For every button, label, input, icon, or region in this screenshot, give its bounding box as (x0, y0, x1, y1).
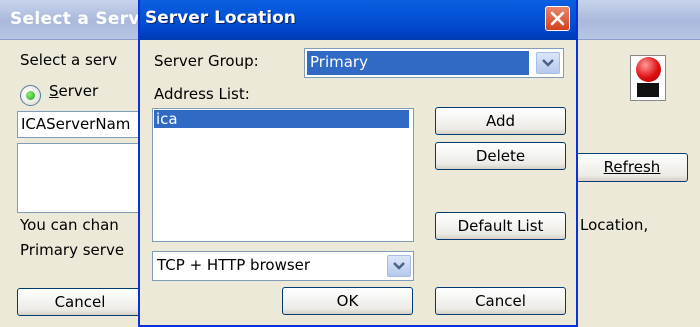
server-radio-button[interactable] (20, 85, 41, 106)
ok-label: OK (336, 292, 359, 310)
radio-selected-dot (26, 91, 35, 100)
close-button[interactable] (545, 6, 570, 31)
default-list-label: Default List (457, 217, 544, 235)
delete-button[interactable]: Delete (435, 142, 566, 170)
address-list-item[interactable]: ica (154, 110, 409, 128)
cancel-button[interactable]: Cancel (435, 287, 566, 315)
server-radio-label-rest: erver (58, 82, 99, 100)
cancel-label: Cancel (475, 292, 526, 310)
protocol-dropdown-button[interactable] (387, 255, 411, 277)
server-location-dialog: Server Location Server Group: Primary Ad… (138, 0, 578, 327)
protocol-select[interactable]: TCP + HTTP browser (152, 251, 414, 281)
close-icon (550, 11, 565, 26)
delete-label: Delete (475, 147, 526, 165)
background-cancel-button[interactable]: Cancel (17, 288, 143, 316)
add-button[interactable]: Add (435, 107, 566, 135)
address-list-label: Address List: (154, 85, 250, 103)
server-name-input[interactable]: ICAServerNam (17, 111, 142, 138)
info-text-line-2: Primary serve (20, 241, 125, 259)
server-group-select[interactable]: Primary (304, 48, 564, 78)
server-group-value: Primary (310, 53, 368, 71)
background-cancel-label: Cancel (54, 293, 106, 311)
refresh-button[interactable]: Refresh (576, 153, 688, 182)
background-prompt-text: Select a serv (20, 51, 118, 69)
address-list-box[interactable]: ica (152, 108, 414, 242)
server-list-box[interactable] (17, 143, 142, 213)
server-group-selected-highlight: Primary (307, 51, 529, 75)
logo-red-ball (636, 57, 661, 82)
protocol-value: TCP + HTTP browser (157, 256, 311, 274)
server-group-dropdown-button[interactable] (536, 52, 560, 74)
server-group-label: Server Group: (154, 52, 259, 70)
chevron-down-icon (393, 262, 405, 270)
info-text-line-1: You can chan (20, 216, 119, 234)
citrix-logo-icon (630, 55, 666, 101)
dialog-title-bar[interactable]: Server Location (140, 0, 576, 40)
chevron-down-icon (542, 59, 554, 67)
address-list-item-label: ica (156, 110, 178, 128)
server-radio-label: Server (49, 82, 99, 100)
refresh-label: Refresh (603, 158, 661, 176)
server-name-input-value: ICAServerNam (21, 115, 131, 133)
default-list-button[interactable]: Default List (435, 212, 566, 240)
ok-button[interactable]: OK (282, 287, 413, 315)
info-text-line-1-right: Location, (580, 216, 649, 234)
logo-black-base (637, 83, 659, 97)
dialog-title: Server Location (145, 8, 296, 28)
add-label: Add (485, 112, 516, 130)
